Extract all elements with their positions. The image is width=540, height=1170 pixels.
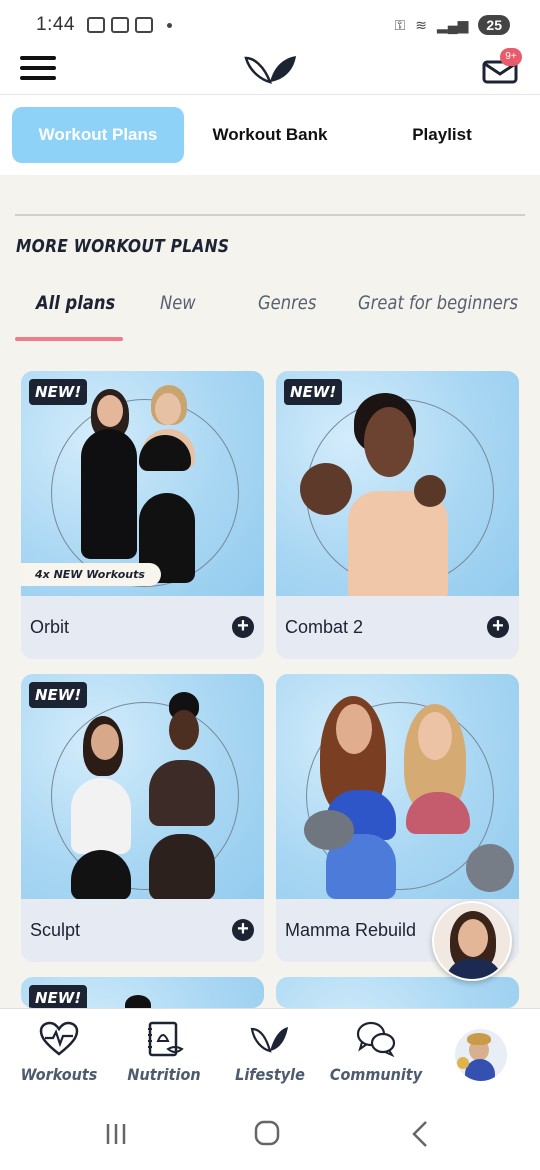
profile-avatar[interactable] [455,1029,507,1081]
back-icon[interactable] [400,1118,440,1150]
filter-genres[interactable]: Genres [258,292,316,314]
plan-image: NEW! 4x NEW Workouts [21,371,264,596]
battery-indicator: 25 [478,15,510,35]
nav-label: Nutrition [127,1065,201,1084]
plan-image: NEW! [21,674,264,899]
screenshot-icon [86,17,105,33]
home-icon[interactable] [247,1118,287,1150]
add-plan-button[interactable]: + [232,919,254,941]
plan-title: Orbit [30,617,70,637]
nav-workouts[interactable]: Workouts [5,1009,113,1099]
heart-pulse-icon [39,1021,79,1056]
new-badge: NEW! [284,379,343,405]
menu-icon[interactable] [20,56,56,84]
nav-lifestyle[interactable]: Lifestyle [216,1009,324,1099]
app-header: 9+ [0,48,540,95]
section-divider [15,214,525,216]
brand-leaf-logo [244,56,296,84]
plan-image: NEW! [21,977,264,1008]
filter-new[interactable]: New [160,292,196,314]
plan-card-combat-2[interactable]: NEW! Combat 2 + [276,371,519,659]
tab-playlist[interactable]: Playlist [356,107,528,163]
plan-image [276,977,519,1008]
section-title: MORE WORKOUT PLANS [16,236,230,257]
mail-badge: 9+ [500,48,522,66]
key-icon: ⚿ [394,16,406,33]
system-navigation [0,1098,540,1170]
signal-icon: ▂▄▆ [436,16,469,33]
app-notification-icon [110,17,129,33]
recipe-book-icon [148,1021,184,1057]
status-bar: 1:44 ⚿ ≋ ▂▄▆ 25 [0,0,540,50]
chat-bubbles-icon [356,1021,396,1057]
filter-great-for-beginners[interactable]: Great for beginners [358,292,518,314]
top-tabs: Workout Plans Workout Bank Playlist [0,95,540,175]
filter-all-plans[interactable]: All plans [36,292,115,314]
tab-workout-plans[interactable]: Workout Plans [12,107,184,163]
plan-card-orbit[interactable]: NEW! 4x NEW Workouts Orbit + [21,371,264,659]
tab-workout-bank[interactable]: Workout Bank [184,107,356,163]
app-notification-icon [134,17,153,33]
new-badge: NEW! [29,985,88,1008]
add-plan-button[interactable]: + [232,616,254,638]
workouts-count-pill: 4x NEW Workouts [21,563,161,586]
status-time: 1:44 [36,14,75,35]
active-filter-underline [15,337,123,341]
plan-card-partial[interactable]: NEW! [21,977,264,1008]
recent-apps-icon[interactable] [96,1118,136,1150]
bottom-navigation: Workouts Nutrition Lifestyle Community [0,1008,540,1098]
plan-title: Combat 2 [285,617,364,637]
plan-title: Mamma Rebuild [285,920,417,940]
plan-image: NEW! [276,371,519,596]
coach-avatar-button[interactable] [432,901,512,981]
leaf-icon [250,1027,288,1053]
plan-title: Sculpt [30,920,81,940]
nav-community[interactable]: Community [322,1009,430,1099]
more-dot-icon [166,22,172,28]
plan-card-sculpt[interactable]: NEW! Sculpt + [21,674,264,962]
notification-icons [86,17,172,33]
nav-nutrition[interactable]: Nutrition [110,1009,218,1099]
nav-label: Lifestyle [235,1065,305,1084]
new-badge: NEW! [29,682,88,708]
wifi-icon: ≋ [415,16,427,33]
plan-image [276,674,519,899]
new-badge: NEW! [29,379,88,405]
nav-label: Workouts [20,1065,98,1084]
plan-card-partial[interactable] [276,977,519,1008]
add-plan-button[interactable]: + [487,616,509,638]
nav-label: Community [329,1065,423,1084]
system-icons: ⚿ ≋ ▂▄▆ 25 [395,15,510,35]
